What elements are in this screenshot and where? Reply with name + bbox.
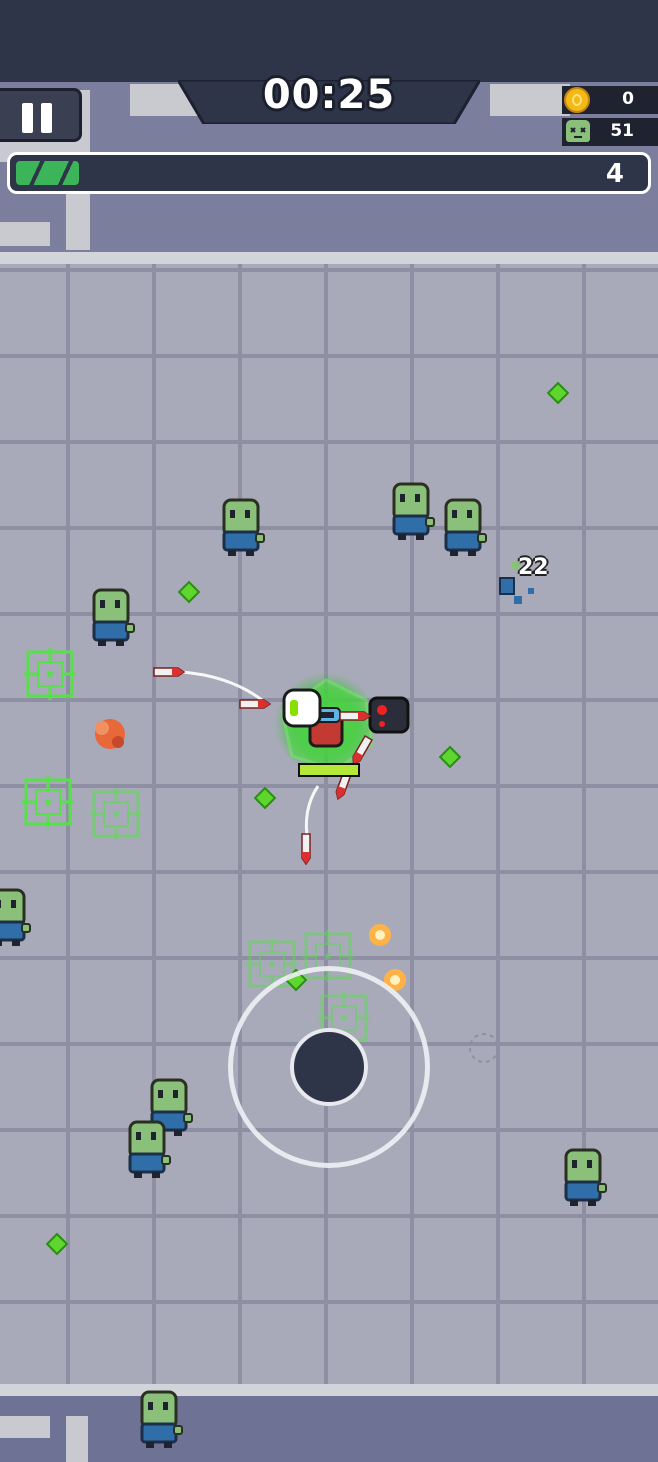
target-reticle (88, 786, 144, 842)
explosion-effect (369, 924, 391, 946)
player-health-bar (298, 763, 360, 777)
target-reticle (20, 774, 76, 830)
zombie-enemy (128, 1120, 172, 1180)
game-field (0, 482, 608, 1450)
zombie-enemy (564, 1148, 608, 1208)
missile-projectile (301, 833, 311, 865)
missile-projectile (239, 699, 271, 709)
zombie-enemy (222, 498, 266, 558)
missile-trail (181, 670, 263, 702)
zombie-enemy (92, 588, 136, 648)
joystick-knob[interactable] (290, 1028, 368, 1106)
shield-drone (282, 688, 322, 728)
zombie-enemy (0, 888, 32, 948)
laser-drone (368, 696, 410, 734)
player-health-fill (300, 765, 358, 775)
missile-projectile (153, 667, 185, 677)
explosion-effect (95, 719, 125, 749)
zombie-enemy (444, 498, 488, 558)
zombie-enemy (392, 482, 436, 542)
zombie-enemy (140, 1390, 184, 1450)
target-reticle (22, 646, 78, 702)
damage-number: 22 (518, 555, 549, 580)
missile-projectile (339, 711, 371, 721)
dust-mark (469, 1033, 499, 1063)
